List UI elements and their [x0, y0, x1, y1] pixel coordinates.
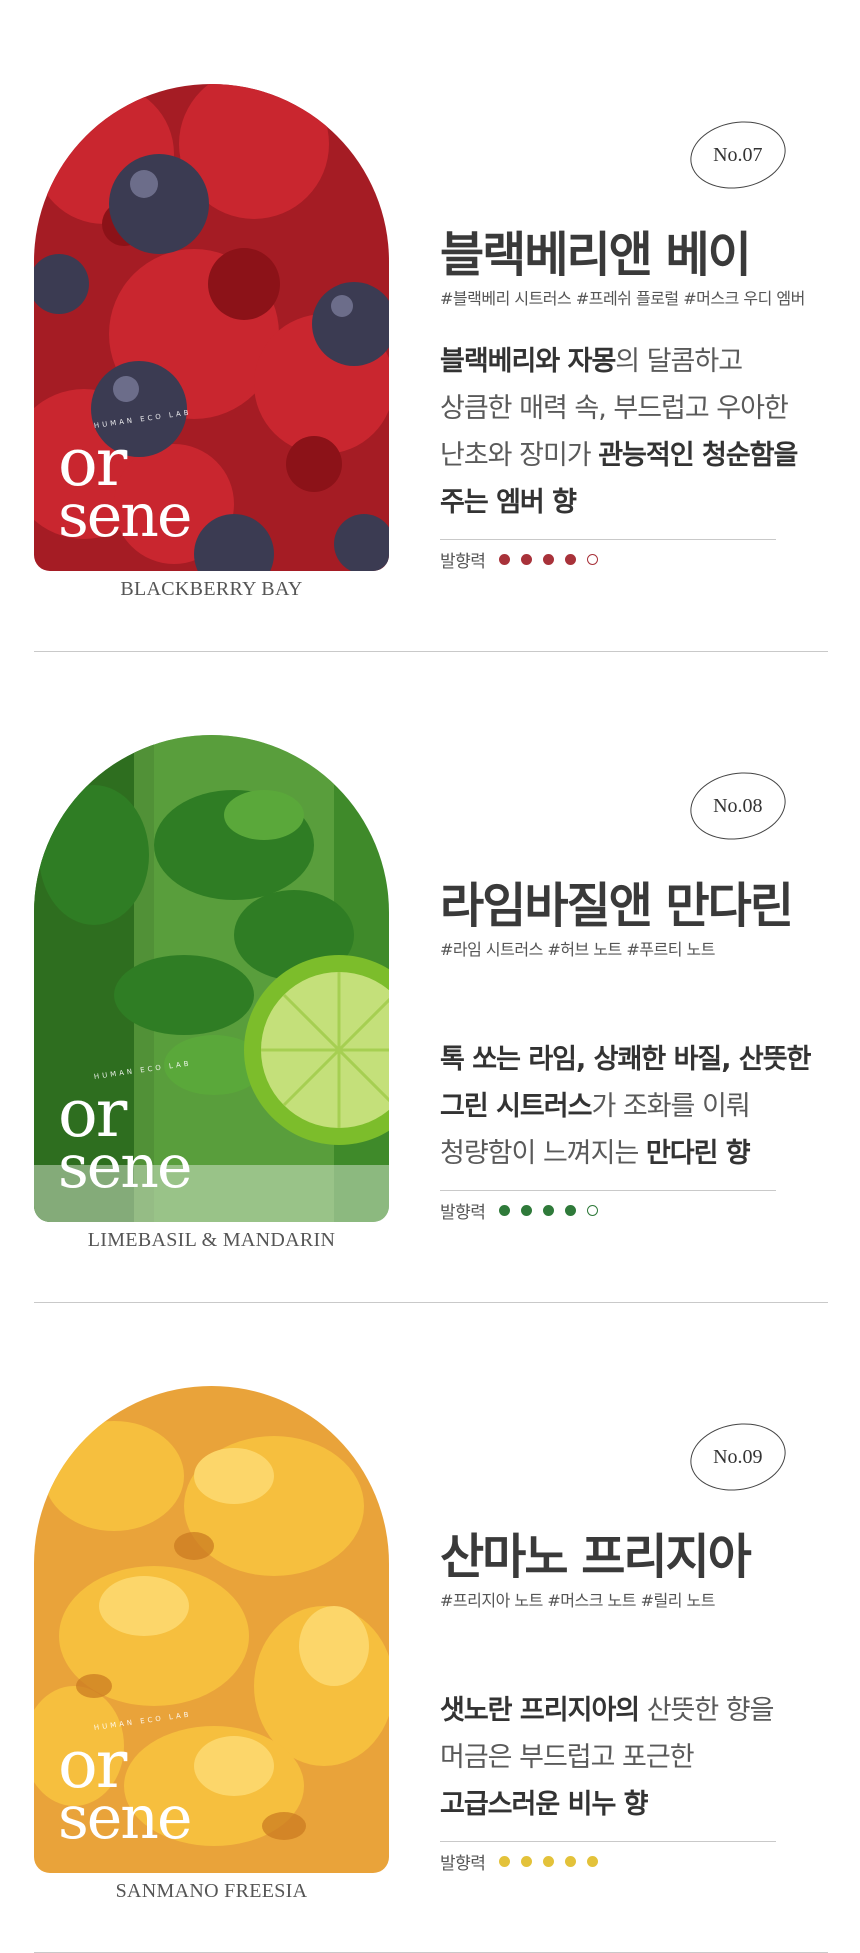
intensity-dot-filled: [521, 1856, 533, 1867]
description-text: 상큼한 매력 속, 부드럽고 우아한: [440, 393, 789, 424]
intensity-dot-filled: [543, 1856, 555, 1867]
product-description: 샛노란 프리지아의 산뜻한 향을머금은 부드럽고 포근한고급스러운 비누 향: [440, 1687, 775, 1828]
intensity-dot-filled: [565, 1856, 577, 1867]
product-english-name: SANMANO FREESIA: [115, 1880, 308, 1902]
description-text: 난초와 장미가: [440, 440, 599, 471]
product-tags: #라임 시트러스 #허브 노트 #푸르티 노트: [440, 940, 715, 959]
description-line: 고급스러운 비누 향: [440, 1781, 774, 1828]
product-english-name: LIMEBASIL & MANDARIN: [87, 1229, 336, 1251]
intensity-dot-filled: [499, 1856, 511, 1867]
product-number: No.08: [713, 794, 763, 817]
product-image-arch: HUMAN ECO LAB or sene: [34, 1386, 389, 1873]
description-emphasis: 톡 쏘는 라임, 상쾌한 바질, 산뜻한: [440, 1044, 811, 1075]
intensity-dot-filled: [521, 1205, 533, 1216]
intensity-label: 발향력: [440, 552, 486, 572]
description-line: 청량함이 느껴지는 만다린 향: [440, 1130, 810, 1177]
intensity-label: 발향력: [440, 1854, 486, 1874]
intensity-dot-filled: [521, 554, 533, 565]
intensity-dot-empty: [587, 554, 599, 565]
scent-intensity: 발향력: [440, 547, 609, 572]
product-image-arch: HUMAN ECO LAB or sene: [34, 735, 389, 1222]
product-english-name: BLACKBERRY BAY: [120, 578, 303, 600]
intensity-dot-filled: [499, 554, 511, 565]
description-line: 주는 엠버 향: [440, 479, 797, 526]
separator-line: [440, 1190, 776, 1191]
product-image-arch: HUMAN ECO LAB or sene: [34, 84, 389, 571]
description-emphasis: 주는 엠버 향: [440, 487, 577, 518]
product-tags: #프리지아 노트 #머스크 노트 #릴리 노트: [440, 1591, 715, 1610]
description-emphasis: 샛노란 프리지아의: [440, 1695, 640, 1726]
product-card-blackberry-bay: HUMAN ECO LAB or sene BLACKBERRY BAY No.…: [0, 0, 860, 651]
intensity-dot-empty: [587, 1205, 599, 1216]
product-card-sanmano-freesia: HUMAN ECO LAB or sene SANMANO FREESIA No…: [0, 1302, 860, 1953]
intensity-dot-filled: [565, 554, 577, 565]
description-line: 블랙베리와 자몽의 달콤하고: [440, 338, 797, 385]
product-tags: #블랙베리 시트러스 #프레쉬 플로럴 #머스크 우디 엠버: [440, 289, 805, 308]
product-title: 산마노 프리지아: [440, 1529, 752, 1585]
scent-intensity: 발향력: [440, 1849, 609, 1874]
product-number: No.09: [713, 1445, 763, 1468]
intensity-dot-filled: [565, 1205, 577, 1216]
brand-logo-sene: sene: [58, 1783, 192, 1853]
brand-logo-sene: sene: [58, 1132, 192, 1202]
description-line: 샛노란 프리지아의 산뜻한 향을: [440, 1687, 775, 1734]
description-emphasis: 만다린 향: [645, 1138, 751, 1169]
description-text: 머금은 부드럽고 포근한: [440, 1742, 695, 1773]
description-line: 그린 시트러스가 조화를 이뤄: [440, 1083, 810, 1130]
description-text: 산뜻한 향을: [639, 1695, 775, 1726]
description-emphasis: 그린 시트러스: [440, 1091, 592, 1122]
product-card-limebasil-mandarin: HUMAN ECO LAB or sene LIMEBASIL & MANDAR…: [0, 651, 860, 1302]
description-emphasis: 관능적인 청순함을: [598, 440, 798, 471]
product-number-badge: No.07: [684, 114, 792, 196]
description-text: 청량함이 느껴지는: [440, 1138, 646, 1169]
product-description: 톡 쏘는 라임, 상쾌한 바질, 산뜻한 그린 시트러스가 조화를 이뤄 청량함이 …: [440, 1036, 811, 1177]
scent-intensity: 발향력: [440, 1198, 609, 1223]
description-text: 의 달콤하고: [615, 346, 743, 377]
product-number-badge: No.08: [684, 765, 792, 847]
description-emphasis: 고급스러운 비누 향: [440, 1789, 649, 1820]
product-description: 블랙베리와 자몽의 달콤하고상큼한 매력 속, 부드럽고 우아한난초와 장미가 …: [440, 338, 798, 526]
intensity-dot-filled: [543, 1205, 555, 1216]
description-text: 가 조화를 이뤄: [591, 1091, 750, 1122]
brand-logo-sene: sene: [58, 481, 192, 551]
description-line: 상큼한 매력 속, 부드럽고 우아한: [440, 385, 797, 432]
intensity-dot-filled: [543, 554, 555, 565]
description-line: 머금은 부드럽고 포근한: [440, 1734, 774, 1781]
description-emphasis: 블랙베리와 자몽: [440, 346, 616, 377]
product-title: 라임바질앤 만다린: [440, 878, 794, 934]
intensity-dot-filled: [499, 1205, 511, 1216]
product-title: 블랙베리앤 베이: [440, 227, 752, 283]
product-number: No.07: [713, 143, 763, 166]
intensity-label: 발향력: [440, 1203, 486, 1223]
description-line: 난초와 장미가 관능적인 청순함을: [440, 432, 798, 479]
product-number-badge: No.09: [684, 1416, 792, 1498]
separator-line: [440, 1841, 776, 1842]
description-line: 톡 쏘는 라임, 상쾌한 바질, 산뜻한: [440, 1036, 811, 1083]
separator-line: [440, 539, 776, 540]
intensity-dot-filled: [587, 1856, 599, 1867]
